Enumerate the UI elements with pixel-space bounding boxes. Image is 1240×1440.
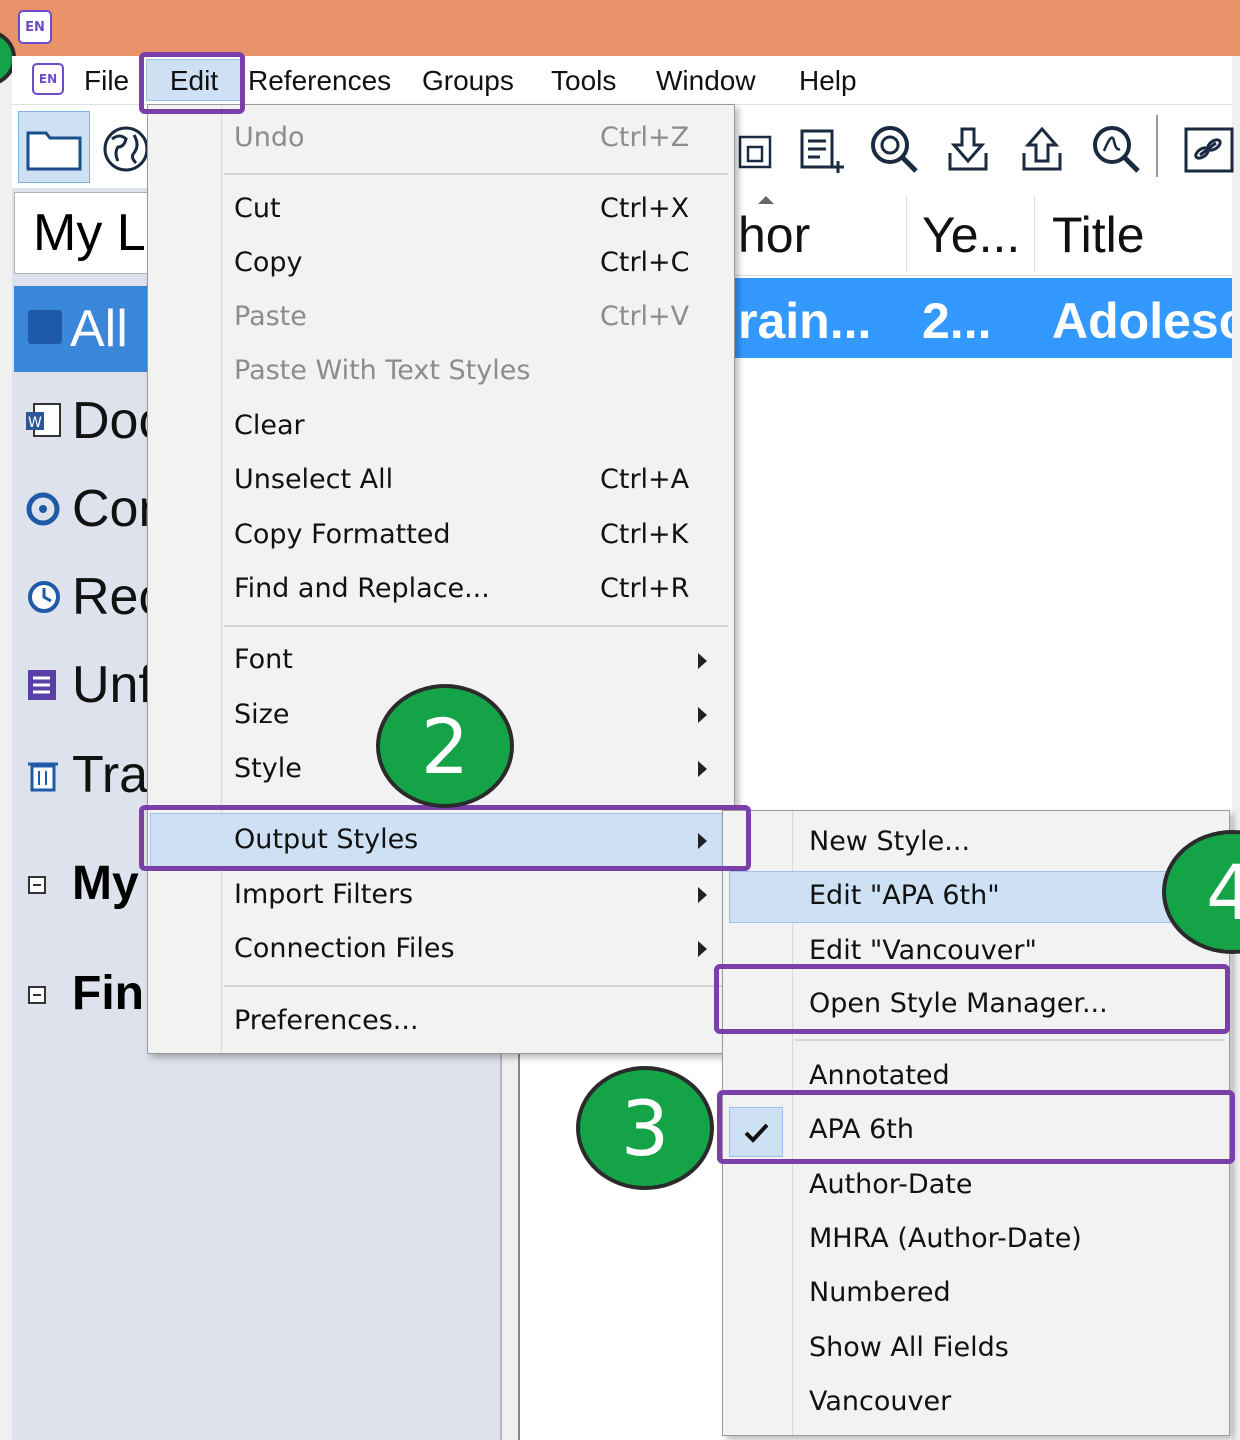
callout-edit-menu — [139, 52, 245, 114]
find-text-icon[interactable] — [868, 123, 920, 175]
sync-icon — [26, 492, 60, 526]
menu-item-edit-apa-6th[interactable]: Edit "APA 6th" — [809, 869, 1000, 923]
callout-apa-6th — [717, 1090, 1235, 1164]
menu-item-connection-files[interactable]: Connection Files — [234, 922, 455, 976]
new-reference-icon[interactable] — [796, 123, 848, 175]
folder-icon — [26, 131, 82, 171]
group-trash-label: Tra — [72, 746, 149, 804]
menu-references[interactable]: References — [248, 64, 391, 98]
menu-item-paste-with-text-styles[interactable]: Paste With Text Styles — [234, 344, 530, 398]
menu-item-size[interactable]: Size — [234, 688, 289, 742]
layout-icon[interactable] — [734, 123, 786, 175]
endnote-logo-icon: EN — [18, 10, 52, 44]
menu-item-clear[interactable]: Clear — [234, 399, 305, 453]
history-icon — [28, 581, 60, 613]
collapse-icon[interactable] — [28, 876, 46, 894]
menu-item-preferences[interactable]: Preferences... — [234, 994, 419, 1048]
menu-item-mhra-author-date[interactable]: MHRA (Author-Date) — [809, 1212, 1082, 1266]
column-divider — [1034, 196, 1035, 272]
import-icon[interactable] — [942, 123, 994, 175]
export-icon[interactable] — [1016, 123, 1068, 175]
menu-item-paste[interactable]: Paste — [234, 290, 307, 344]
menu-window[interactable]: Window — [656, 64, 756, 98]
collapse-icon[interactable] — [28, 986, 46, 1004]
find-pdf-icon[interactable] — [1090, 123, 1142, 175]
menu-item-new-style[interactable]: New Style... — [809, 815, 970, 869]
column-divider — [906, 196, 907, 272]
menu-separator — [224, 173, 728, 175]
shortcut-cut: Ctrl+X — [600, 193, 690, 224]
link-icon[interactable] — [1182, 123, 1234, 175]
svg-text:W: W — [28, 415, 42, 431]
toolbar-separator — [1156, 115, 1158, 177]
menu-tools[interactable]: Tools — [551, 64, 616, 98]
callout-output-styles — [139, 805, 751, 871]
shortcut-find-and-replace: Ctrl+R — [600, 573, 690, 604]
step-badge-3: 3 — [576, 1066, 714, 1190]
callout-open-style-manager — [714, 964, 1230, 1034]
menu-separator — [224, 625, 728, 627]
submenu-arrow-icon — [698, 941, 707, 957]
cell-author: rain... — [738, 293, 872, 349]
document-logo-icon[interactable]: EN — [32, 63, 64, 95]
shortcut-unselect-all: Ctrl+A — [600, 464, 690, 495]
menu-item-font[interactable]: Font — [234, 633, 293, 687]
group-set-my-groups[interactable]: My — [28, 854, 139, 914]
group-unfiled-label: Unf — [72, 656, 153, 714]
group-set-find-label: Fin — [72, 967, 144, 1020]
cell-year: 2... — [922, 293, 992, 349]
column-title[interactable]: Title — [1052, 196, 1145, 274]
unfiled-icon — [28, 670, 56, 700]
step-badge-2: 2 — [376, 684, 514, 808]
menu-item-import-filters[interactable]: Import Filters — [234, 868, 413, 922]
column-author[interactable]: hor — [738, 196, 810, 274]
submenu-arrow-icon — [698, 707, 707, 723]
group-all-label: All — [70, 300, 128, 358]
references-icon — [28, 310, 62, 344]
submenu-arrow-icon — [698, 653, 707, 669]
sort-ascending-icon — [758, 196, 774, 204]
menu-item-find-and-replace[interactable]: Find and Replace... — [234, 562, 490, 616]
trash-icon — [28, 762, 58, 792]
menu-gutter — [148, 105, 222, 1053]
folder-button[interactable] — [18, 111, 90, 183]
menu-item-show-all-fields[interactable]: Show All Fields — [809, 1321, 1009, 1375]
menu-groups[interactable]: Groups — [422, 64, 514, 98]
menu-item-cut[interactable]: Cut — [234, 182, 281, 236]
submenu-arrow-icon — [698, 887, 707, 903]
title-bar: EN — [0, 0, 1240, 56]
submenu-arrow-icon — [698, 761, 707, 777]
menu-item-author-date[interactable]: Author-Date — [809, 1158, 972, 1212]
group-set-find-full-text[interactable]: Fin — [28, 964, 144, 1024]
menu-item-numbered[interactable]: Numbered — [809, 1266, 951, 1320]
menu-separator — [224, 985, 728, 987]
menu-file[interactable]: File — [84, 64, 129, 98]
menu-item-vancouver[interactable]: Vancouver — [809, 1375, 951, 1429]
edit-menu: Undo Ctrl+Z Cut Ctrl+X Copy Ctrl+C Paste… — [147, 104, 735, 1054]
menu-help[interactable]: Help — [799, 64, 857, 98]
menu-separator — [795, 1039, 1225, 1041]
shortcut-undo: Ctrl+Z — [600, 122, 690, 153]
globe-icon[interactable] — [100, 123, 152, 175]
menu-item-copy[interactable]: Copy — [234, 236, 303, 290]
menu-item-style[interactable]: Style — [234, 742, 302, 796]
column-year[interactable]: Ye... — [922, 196, 1020, 274]
word-document-icon: W — [26, 403, 61, 437]
shortcut-paste: Ctrl+V — [600, 301, 690, 332]
shortcut-copy: Ctrl+C — [600, 247, 690, 278]
cell-title: Adolesc — [1052, 293, 1232, 349]
group-set-my-groups-label: My — [72, 857, 139, 910]
menu-item-undo[interactable]: Undo — [234, 111, 305, 165]
menu-item-unselect-all[interactable]: Unselect All — [234, 453, 393, 507]
shortcut-copy-formatted: Ctrl+K — [600, 519, 689, 550]
menu-item-copy-formatted[interactable]: Copy Formatted — [234, 508, 451, 562]
